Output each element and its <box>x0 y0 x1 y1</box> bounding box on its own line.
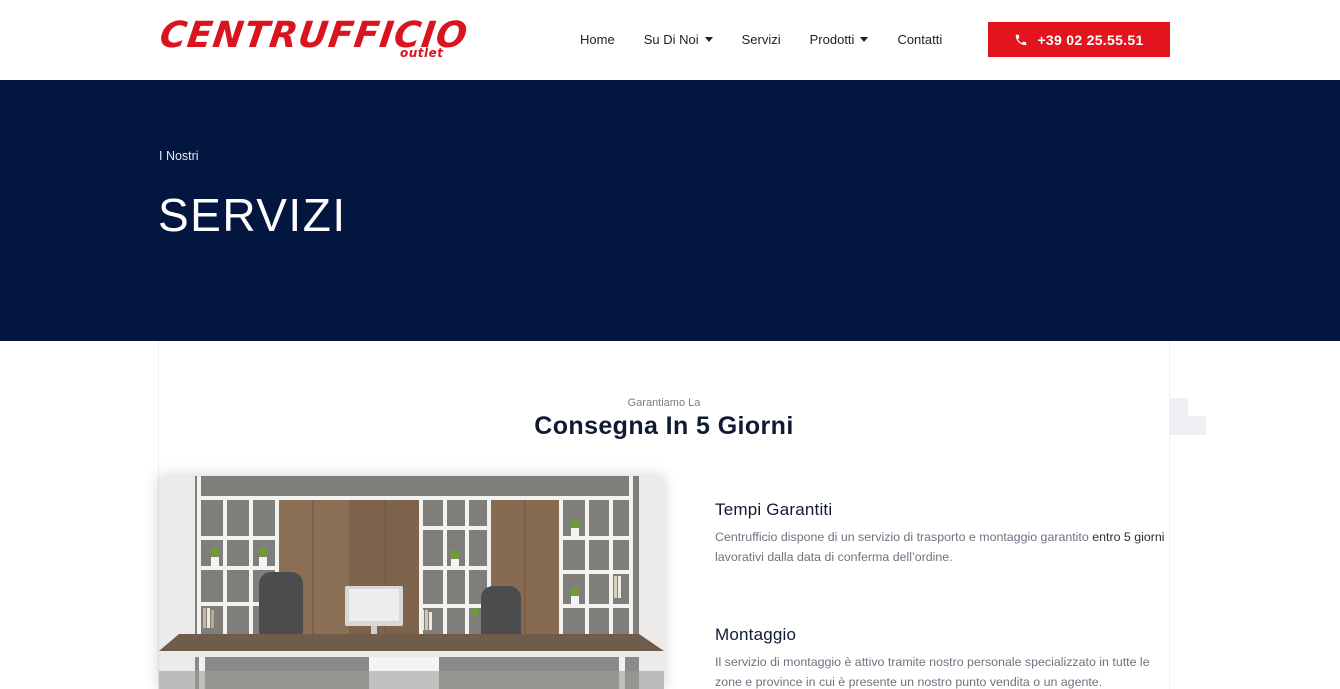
logo-subtitle: outlet <box>400 46 444 60</box>
nav-item-label: Su Di Noi <box>643 31 699 47</box>
phone-icon <box>1016 34 1027 45</box>
nav-item-servizi[interactable]: Servizi <box>742 32 781 47</box>
caret-down-icon <box>860 36 869 42</box>
hero-kicker: I Nostri <box>159 149 199 163</box>
phone-button[interactable]: +39 02 25.55.51 <box>988 22 1170 57</box>
phone-number: +39 02 25.55.51 <box>1037 31 1144 48</box>
office-photo <box>159 476 664 689</box>
feature-tempi-garantiti: Tempi Garantiti Centrufficio dispone di … <box>715 500 1165 567</box>
section-kicker: Garantiamo La <box>627 397 701 409</box>
feature-text-part: Centrufficio dispone di un servizio di t… <box>715 530 1093 544</box>
nav-item-label: Prodotti <box>809 31 855 47</box>
nav-item-contatti[interactable]: Contatti <box>897 32 942 47</box>
section-title: Consegna In 5 Giorni <box>534 412 794 440</box>
nav-item-label: Home <box>580 31 615 47</box>
site-header: CENTRUFFICIO outlet Home Su Di Noi Servi… <box>0 0 1340 80</box>
feature-text: Centrufficio dispone di un servizio di t… <box>715 527 1165 567</box>
nav-item-su-di-noi[interactable]: Su Di Noi <box>644 32 713 47</box>
nav-item-label: Contatti <box>897 31 943 47</box>
feature-text-part: lavorativi dalla data di conferma dell’o… <box>715 550 953 564</box>
feature-montaggio: Montaggio Il servizio di montaggio è att… <box>715 625 1165 689</box>
feature-text: Il servizio di montaggio è attivo tramit… <box>715 652 1165 689</box>
feature-text-part: Il servizio di montaggio è attivo tramit… <box>715 655 1150 689</box>
feature-title: Montaggio <box>715 625 797 644</box>
page-title: SERVIZI <box>158 189 347 241</box>
hero-banner: I Nostri SERVIZI <box>0 80 1340 341</box>
feature-text-highlight: entro 5 giorni <box>1092 530 1165 544</box>
nav-item-prodotti[interactable]: Prodotti <box>810 32 869 47</box>
logo[interactable]: CENTRUFFICIO outlet <box>157 15 470 62</box>
main-nav: Home Su Di Noi Servizi Prodotti Contatti <box>580 30 971 48</box>
nav-item-label: Servizi <box>741 31 781 47</box>
feature-title: Tempi Garantiti <box>715 500 833 519</box>
nav-item-home[interactable]: Home <box>580 32 615 47</box>
caret-down-icon <box>704 36 713 42</box>
office-illustration <box>159 476 664 689</box>
